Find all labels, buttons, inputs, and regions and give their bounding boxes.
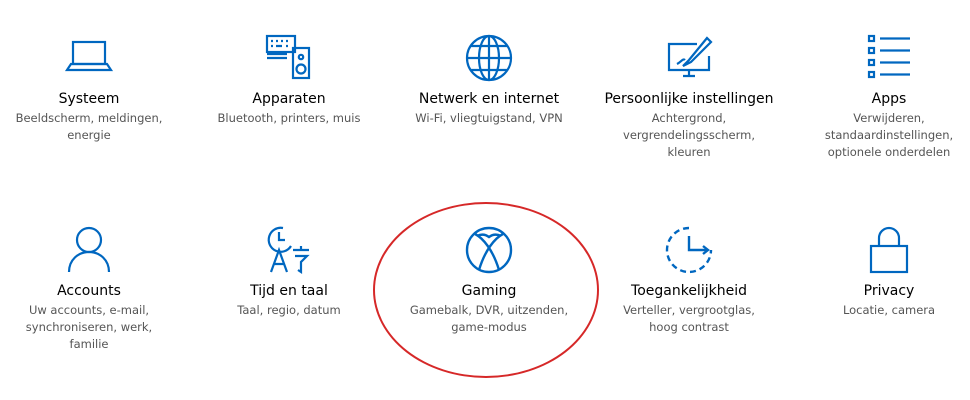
tile-desc-line: synchroniseren, werk, [25, 320, 153, 334]
tile-desc-line: Wi-Fi, vliegtuigstand, VPN [415, 111, 563, 125]
tile-desc-line: vergrendelingsscherm, [623, 128, 755, 142]
tile-desc-line: energie [67, 128, 111, 142]
laptop-icon [63, 32, 115, 84]
tile-toegankelijkheid[interactable]: Toegankelijkheid Verteller, vergrootglas… [594, 224, 784, 336]
tile-desc-line: Gamebalk, DVR, uitzenden, [409, 303, 569, 317]
tile-title: Gaming [461, 283, 517, 299]
tile-desc-line: game-modus [451, 320, 527, 334]
tile-desc-line: Taal, regio, datum [237, 303, 341, 317]
tile-title: Systeem [58, 91, 120, 107]
devices-icon [263, 32, 315, 84]
tile-netwerk[interactable]: Netwerk en internet Wi-Fi, vliegtuigstan… [394, 32, 584, 127]
tile-desc-line: Verteller, vergrootglas, [623, 303, 755, 317]
tile-desc-line: familie [69, 337, 109, 351]
globe-icon [463, 32, 515, 84]
xbox-icon [463, 224, 515, 276]
tile-apparaten[interactable]: Apparaten Bluetooth, printers, muis [194, 32, 384, 127]
tile-gaming[interactable]: Gaming Gamebalk, DVR, uitzenden, game-mo… [394, 224, 584, 336]
tile-title: Privacy [863, 283, 915, 299]
tile-desc-line: kleuren [667, 145, 711, 159]
tile-title: Apps [871, 91, 907, 107]
tile-desc-line: hoog contrast [649, 320, 729, 334]
settings-grid: Systeem Beeldscherm, meldingen, energie … [0, 0, 970, 400]
tile-privacy[interactable]: Privacy Locatie, camera [794, 224, 970, 319]
tile-accounts[interactable]: Accounts Uw accounts, e-mail, synchronis… [0, 224, 184, 353]
tile-tijd-taal[interactable]: Tijd en taal Taal, regio, datum [194, 224, 384, 319]
tile-title: Netwerk en internet [418, 91, 560, 107]
tile-title: Tijd en taal [250, 283, 328, 299]
lock-icon [863, 224, 915, 276]
tile-systeem[interactable]: Systeem Beeldscherm, meldingen, energie [0, 32, 184, 144]
tile-desc-line: standaardinstellingen, [824, 128, 954, 142]
ease-of-access-icon [663, 224, 715, 276]
person-icon [63, 224, 115, 276]
tile-desc-line: Beeldscherm, meldingen, [15, 111, 163, 125]
tile-desc-line: Achtergrond, [651, 111, 727, 125]
tile-title: Accounts [57, 283, 121, 299]
tile-desc-line: optionele onderdelen [827, 145, 951, 159]
personalization-icon [663, 32, 715, 84]
tile-title: Persoonlijke instellingen [604, 91, 774, 107]
tile-desc-line: Bluetooth, printers, muis [217, 111, 361, 125]
tile-desc-line: Uw accounts, e-mail, [28, 303, 150, 317]
apps-list-icon [863, 32, 915, 84]
tile-apps[interactable]: Apps Verwijderen, standaardinstellingen,… [794, 32, 970, 161]
tile-title: Toegankelijkheid [631, 283, 747, 299]
tile-persoonlijk[interactable]: Persoonlijke instellingen Achtergrond, v… [594, 32, 784, 161]
tile-desc-line: Verwijderen, [853, 111, 925, 125]
tile-title: Apparaten [252, 91, 326, 107]
time-language-icon [263, 224, 315, 276]
tile-desc-line: Locatie, camera [842, 303, 936, 317]
